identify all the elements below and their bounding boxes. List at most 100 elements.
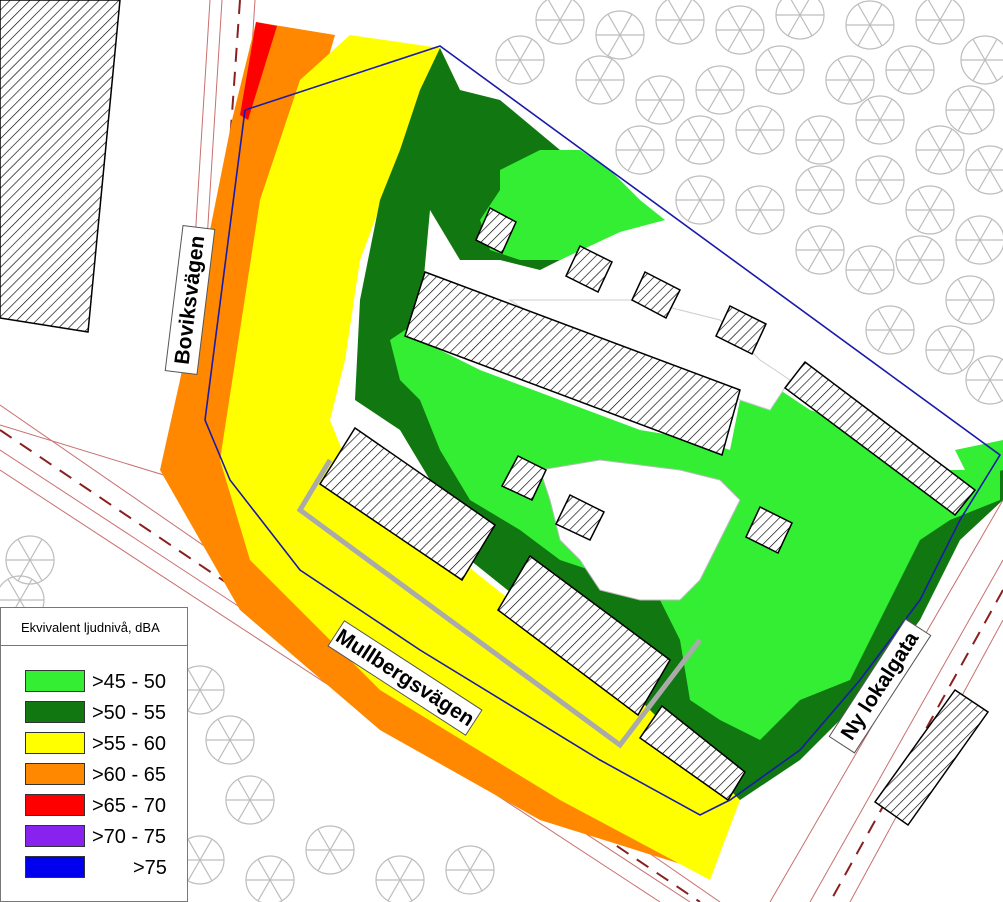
legend-item: >45 - 50	[25, 670, 185, 694]
tree-branch	[217, 718, 231, 741]
tree-branch	[199, 859, 213, 882]
tree-branch	[787, 14, 801, 37]
tree-branch	[659, 99, 673, 122]
tree-branch	[699, 178, 713, 201]
tree-branch	[329, 849, 343, 872]
tree-branch	[957, 299, 971, 322]
tree-branch	[939, 19, 953, 42]
tree-branch	[849, 79, 863, 102]
tree-branch	[977, 169, 991, 192]
tree-branch	[989, 358, 1003, 381]
tree-branch	[457, 848, 471, 871]
tree-branch	[217, 739, 231, 762]
tree-branch	[229, 739, 243, 762]
tree-branch	[929, 209, 943, 232]
legend-item: >65 - 70	[25, 794, 185, 818]
tree-branch	[29, 559, 43, 582]
noise-legend: Ekvivalent ljudnivå, dBA >45 - 50 >50 - …	[0, 607, 188, 902]
legend-item: >55 - 60	[25, 732, 185, 756]
legend-swatch	[25, 856, 85, 878]
tree-branch	[869, 248, 883, 271]
tree-branch	[929, 188, 943, 211]
tree-branch	[969, 109, 983, 132]
tree-branch	[707, 89, 721, 112]
legend-swatch	[25, 670, 85, 692]
tree-icon	[775, 0, 825, 40]
tree-branch	[547, 0, 561, 21]
tree-branch	[627, 149, 641, 172]
tree-branch	[457, 869, 471, 892]
tree-branch	[719, 89, 733, 112]
legend-item: >70 - 75	[25, 825, 185, 849]
tree-branch	[819, 168, 833, 191]
tree-branch	[879, 179, 893, 202]
tree-branch	[819, 189, 833, 212]
tree-branch	[599, 79, 613, 102]
tree-branch	[877, 308, 891, 331]
tree-branch	[957, 278, 971, 301]
tree-branch	[857, 269, 871, 292]
tree-branch	[739, 29, 753, 52]
tree-branch	[989, 379, 1003, 402]
tree-branch	[747, 129, 761, 152]
tree-branch	[807, 168, 821, 191]
tree-branch	[969, 278, 983, 301]
tree-branch	[867, 119, 881, 142]
tree-branch	[507, 59, 521, 82]
tree-icon	[655, 0, 705, 45]
tree-branch	[879, 98, 893, 121]
tree-branch	[229, 718, 243, 741]
legend-label: >75	[133, 857, 167, 879]
tree-branch	[849, 58, 863, 81]
tree-branch	[767, 69, 781, 92]
tree-branch	[399, 858, 413, 881]
tree-branch	[909, 48, 923, 71]
tree-branch	[739, 8, 753, 31]
tree-branch	[699, 139, 713, 162]
tree-branch	[819, 249, 833, 272]
tree-branch	[869, 269, 883, 292]
tree-branch	[317, 828, 331, 851]
tree-branch	[249, 778, 263, 801]
tree-branch	[257, 879, 271, 902]
tree-branch	[984, 38, 998, 61]
tree-branch	[647, 99, 661, 122]
tree-branch	[747, 188, 761, 211]
legend-swatch	[25, 794, 85, 816]
tree-branch	[989, 148, 1003, 171]
tree-branch	[807, 249, 821, 272]
tree-branch	[727, 8, 741, 31]
tree-branch	[747, 108, 761, 131]
tree-icon	[915, 0, 965, 45]
legend-label: >55 - 60	[92, 733, 166, 755]
tree-branch	[519, 59, 533, 82]
tree-branch	[687, 118, 701, 141]
tree-branch	[869, 3, 883, 26]
tree-branch	[917, 188, 931, 211]
tree-branch	[187, 838, 201, 861]
tree-branch	[559, 0, 573, 21]
tree-branch	[619, 34, 633, 57]
tree-branch	[29, 538, 43, 561]
tree-branch	[939, 128, 953, 151]
tree-branch	[619, 13, 633, 36]
tree-branch	[547, 19, 561, 42]
tree-branch	[587, 79, 601, 102]
legend-label: >70 - 75	[92, 826, 166, 848]
tree-branch	[907, 238, 921, 261]
tree-branch	[977, 379, 991, 402]
tree-branch	[897, 48, 911, 71]
tree-branch	[679, 0, 693, 21]
tree-branch	[889, 308, 903, 331]
tree-branch	[907, 259, 921, 282]
tree-branch	[747, 209, 761, 232]
tree-branch	[199, 668, 213, 691]
tree-branch	[979, 218, 993, 241]
tree-branch	[187, 689, 201, 712]
tree-branch	[607, 34, 621, 57]
tree-branch	[759, 129, 773, 152]
tree-branch	[807, 118, 821, 141]
tree-branch	[927, 19, 941, 42]
tree-branch	[927, 128, 941, 151]
legend-title: Ekvivalent ljudnivå, dBA	[21, 620, 160, 635]
